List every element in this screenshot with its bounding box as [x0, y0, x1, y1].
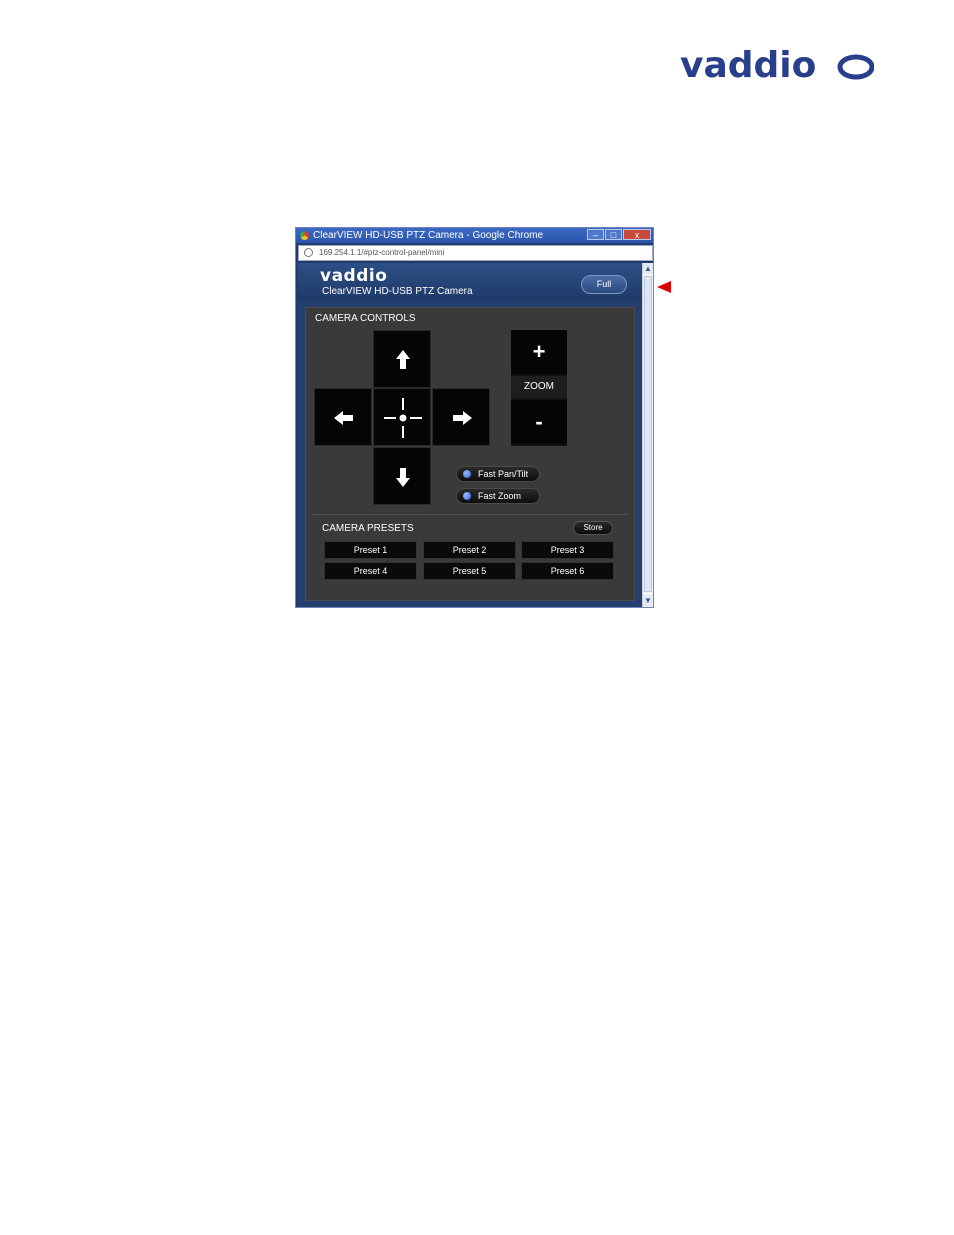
zoom-out-button[interactable]: -: [511, 400, 567, 444]
close-button[interactable]: x: [623, 229, 651, 240]
camera-presets-section: CAMERA PRESETS Store Preset 1 Preset 2 P…: [313, 514, 629, 595]
window-titlebar[interactable]: ClearVIEW HD-USB PTZ Camera - Google Chr…: [296, 228, 653, 243]
home-button[interactable]: [373, 388, 431, 446]
fast-zoom-toggle[interactable]: Fast Zoom: [456, 488, 540, 504]
app-subtitle: ClearVIEW HD-USB PTZ Camera: [322, 286, 473, 297]
window-title: ClearVIEW HD-USB PTZ Camera - Google Chr…: [313, 230, 544, 241]
app-logo: vaddio: [320, 266, 388, 286]
tilt-up-button[interactable]: [373, 330, 431, 388]
preset-1-button[interactable]: Preset 1: [324, 541, 417, 559]
fast-pan-tilt-toggle[interactable]: Fast Pan/Tilt: [456, 466, 540, 482]
fast-pan-tilt-indicator: [463, 470, 471, 478]
arrow-down-icon: [396, 468, 410, 487]
vertical-scrollbar[interactable]: ▲ ▼: [642, 263, 653, 607]
scroll-up-icon[interactable]: ▲: [643, 263, 653, 274]
tilt-down-button[interactable]: [373, 447, 431, 505]
scroll-thumb[interactable]: [644, 276, 652, 592]
vaddio-logo-text: vaddio: [680, 45, 816, 86]
arrow-up-icon: [396, 350, 410, 369]
preset-5-button[interactable]: Preset 5: [423, 562, 516, 580]
pan-right-button[interactable]: [432, 388, 490, 446]
preset-2-button[interactable]: Preset 2: [423, 541, 516, 559]
preset-6-button[interactable]: Preset 6: [521, 562, 614, 580]
app-header: vaddio ClearVIEW HD-USB PTZ Camera Full: [298, 263, 642, 301]
preset-3-button[interactable]: Preset 3: [521, 541, 614, 559]
maximize-button[interactable]: □: [605, 229, 622, 240]
arrow-left-icon: [334, 411, 353, 425]
ptz-control-page: vaddio ClearVIEW HD-USB PTZ Camera Full …: [298, 263, 642, 607]
full-button-label: Full: [596, 279, 612, 289]
zoom-control: + ZOOM -: [511, 330, 567, 446]
pan-left-button[interactable]: [314, 388, 372, 446]
minimize-button[interactable]: –: [587, 229, 604, 240]
browser-window: ClearVIEW HD-USB PTZ Camera - Google Chr…: [295, 227, 654, 608]
zoom-in-button[interactable]: +: [511, 330, 567, 374]
red-pointer-arrow-icon: [657, 281, 671, 293]
fast-zoom-label: Fast Zoom: [478, 491, 522, 501]
page-icon: [304, 248, 313, 257]
scroll-down-icon[interactable]: ▼: [643, 595, 653, 606]
fast-zoom-indicator: [463, 492, 471, 500]
camera-presets-title: CAMERA PRESETS: [322, 523, 414, 534]
vaddio-logo: vaddio: [678, 44, 874, 88]
fast-pan-tilt-label: Fast Pan/Tilt: [478, 469, 529, 479]
camera-controls-panel: CAMERA CONTROLS + ZOOM - Fast Pan/Tilt F…: [305, 307, 635, 601]
address-bar[interactable]: 169.254.1.1/#ptz-control-panel/mini: [298, 245, 653, 261]
preset-4-button[interactable]: Preset 4: [324, 562, 417, 580]
url-text[interactable]: 169.254.1.1/#ptz-control-panel/mini: [319, 247, 444, 259]
chrome-icon: [300, 231, 309, 240]
arrow-right-icon: [453, 411, 472, 425]
full-button[interactable]: Full: [581, 275, 627, 294]
zoom-label: ZOOM: [511, 376, 567, 398]
camera-controls-title: CAMERA CONTROLS: [315, 313, 416, 324]
crosshair-home-icon: [384, 398, 422, 438]
store-button[interactable]: Store: [573, 521, 613, 535]
